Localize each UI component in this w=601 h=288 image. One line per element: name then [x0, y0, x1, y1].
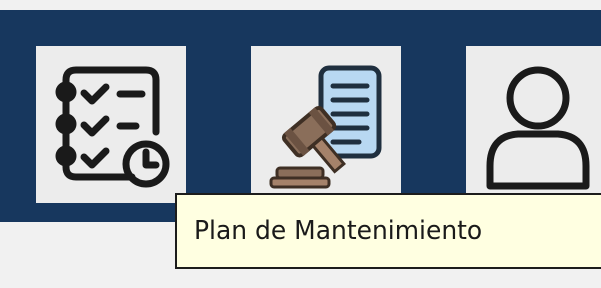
window-top-edge: [0, 0, 601, 10]
maintenance-plan-button[interactable]: [36, 46, 186, 203]
checklist-clock-icon: [55, 66, 170, 188]
legal-documents-button[interactable]: [251, 46, 401, 203]
main-toolbar: [0, 10, 601, 222]
tooltip-text: Plan de Mantenimiento: [194, 216, 483, 246]
user-button[interactable]: [466, 46, 601, 203]
gavel-document-icon: [269, 65, 382, 189]
user-icon: [486, 66, 590, 190]
button-tooltip: Plan de Mantenimiento: [175, 193, 601, 269]
